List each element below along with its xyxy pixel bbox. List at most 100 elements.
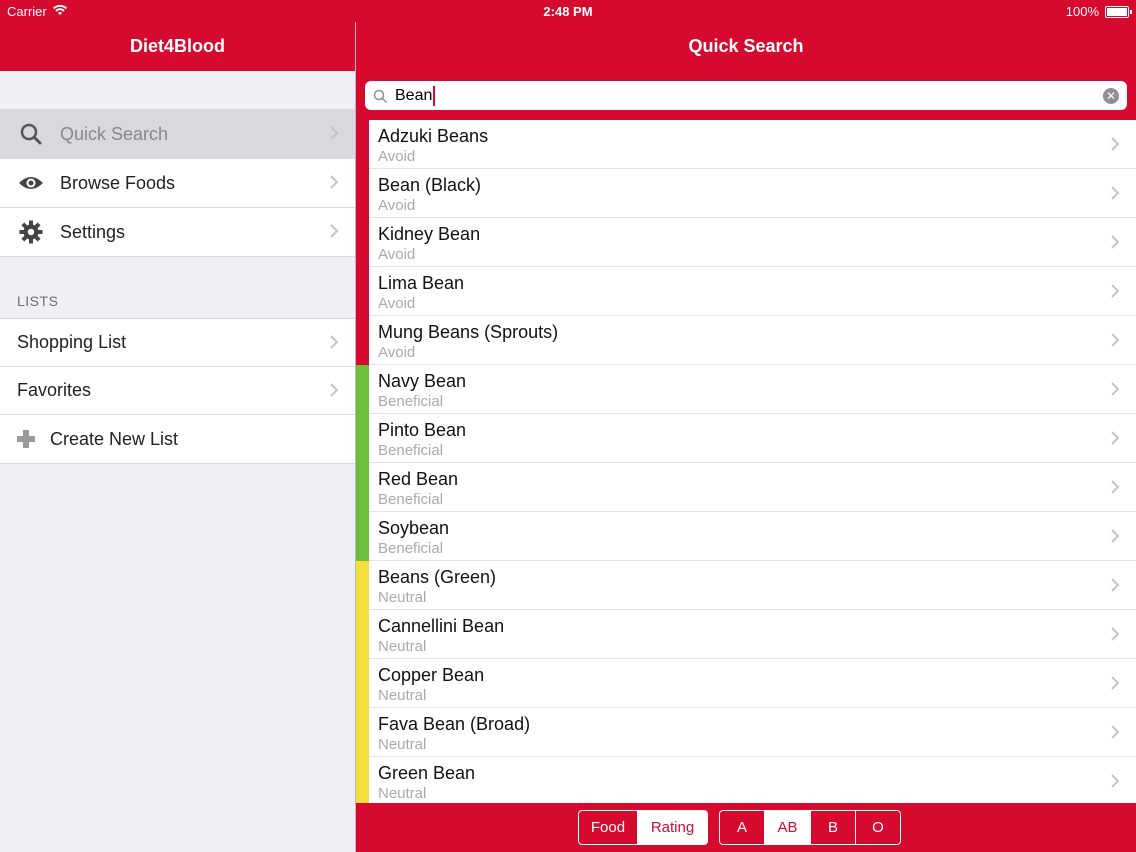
search-value: Bean	[395, 86, 433, 104]
sidebar-item-quick-search[interactable]: Quick Search	[0, 110, 355, 159]
chevron-right-icon	[1110, 626, 1120, 647]
chevron-right-icon	[1110, 136, 1120, 157]
blood-type-segmented-control: A AB B O	[719, 810, 901, 845]
chevron-right-icon	[329, 382, 339, 403]
food-row[interactable]: Mung Beans (Sprouts) Avoid	[356, 316, 1136, 365]
food-rating: Neutral	[378, 687, 427, 704]
food-row[interactable]: Beans (Green) Neutral	[356, 561, 1136, 610]
food-name: Navy Bean	[378, 371, 467, 391]
rating-color-bar	[356, 512, 369, 561]
sidebar-menu: Quick Search Browse Foods Settings	[0, 109, 355, 257]
chevron-right-icon	[1110, 675, 1120, 696]
search-icon	[373, 89, 387, 103]
chevron-right-icon	[1110, 430, 1120, 451]
food-name: Mung Beans (Sprouts)	[378, 322, 559, 342]
food-name: Adzuki Beans	[378, 126, 489, 146]
food-row[interactable]: Fava Bean (Broad) Neutral	[356, 708, 1136, 757]
segment-blood-ab[interactable]: AB	[765, 811, 811, 844]
rating-color-bar	[356, 218, 369, 267]
food-name: Soybean	[378, 518, 450, 538]
sidebar-item-label: Browse Foods	[60, 172, 176, 193]
lists-section-header: LISTS	[17, 293, 59, 309]
clear-search-icon[interactable]: ✕	[1103, 88, 1119, 104]
sidebar-title: Diet4Blood	[0, 22, 355, 71]
chevron-right-icon	[1110, 234, 1120, 255]
sidebar-item-browse-foods[interactable]: Browse Foods	[0, 159, 355, 208]
list-item-favorites[interactable]: Favorites	[0, 367, 355, 415]
segment-blood-o[interactable]: O	[856, 811, 900, 844]
chevron-right-icon	[329, 223, 339, 244]
list-item-label: Favorites	[17, 380, 92, 400]
split-divider	[355, 0, 356, 852]
battery-icon	[1105, 5, 1132, 18]
food-name: Bean (Black)	[378, 175, 482, 195]
food-row[interactable]: Bean (Black) Avoid	[356, 169, 1136, 218]
rating-color-bar	[356, 561, 369, 610]
create-new-list-button[interactable]: Create New List	[0, 415, 355, 463]
rating-color-bar	[356, 316, 369, 365]
food-name: Lima Bean	[378, 273, 465, 293]
food-rating: Neutral	[378, 638, 427, 655]
chevron-right-icon	[1110, 773, 1120, 794]
food-name: Red Bean	[378, 469, 459, 489]
chevron-right-icon	[1110, 283, 1120, 304]
food-rating: Avoid	[378, 148, 416, 165]
food-name: Beans (Green)	[378, 567, 497, 587]
search-icon	[16, 119, 46, 149]
chevron-right-icon	[1110, 528, 1120, 549]
sort-segmented-control: Food Rating	[578, 810, 708, 845]
page-title: Quick Search	[356, 22, 1136, 71]
rating-color-bar	[356, 463, 369, 512]
eye-icon	[16, 168, 46, 198]
chevron-right-icon	[329, 334, 339, 355]
list-item-shopping-list[interactable]: Shopping List	[0, 319, 355, 367]
food-row[interactable]: Soybean Beneficial	[356, 512, 1136, 561]
rating-color-bar	[356, 708, 369, 757]
food-rating: Avoid	[378, 197, 416, 214]
food-row[interactable]: Kidney Bean Avoid	[356, 218, 1136, 267]
food-row[interactable]: Lima Bean Avoid	[356, 267, 1136, 316]
food-name: Fava Bean (Broad)	[378, 714, 531, 734]
rating-color-bar	[356, 414, 369, 463]
food-rating: Neutral	[378, 589, 427, 606]
segment-sort-food[interactable]: Food	[579, 811, 638, 844]
food-rating: Avoid	[378, 246, 416, 263]
rating-color-bar	[356, 610, 369, 659]
rating-color-bar	[356, 757, 369, 806]
create-new-list-label: Create New List	[50, 428, 179, 449]
food-row[interactable]: Adzuki Beans Avoid	[356, 120, 1136, 169]
segment-sort-rating[interactable]: Rating	[638, 811, 707, 844]
sidebar-item-settings[interactable]: Settings	[0, 208, 355, 256]
status-time: 2:48 PM	[543, 4, 593, 19]
food-rating: Beneficial	[378, 393, 444, 410]
food-rating: Avoid	[378, 295, 416, 312]
rating-color-bar	[356, 365, 369, 414]
battery-indicator: 100%	[1065, 4, 1132, 19]
rating-color-bar	[356, 169, 369, 218]
chevron-right-icon	[1110, 332, 1120, 353]
chevron-right-icon	[1110, 479, 1120, 500]
food-row[interactable]: Pinto Bean Beneficial	[356, 414, 1136, 463]
search-input[interactable]: Bean ✕	[365, 81, 1127, 110]
battery-label: 100%	[1065, 4, 1099, 19]
food-list: Adzuki Beans Avoid Bean (Black) Avoid Kidney…	[356, 120, 1136, 806]
lists-menu: Shopping List Favorites Create New List	[0, 318, 355, 464]
status-bar: Carrier 2:48 PM 100%	[0, 0, 1136, 22]
food-rating: Beneficial	[378, 540, 444, 557]
food-row[interactable]: Copper Bean Neutral	[356, 659, 1136, 708]
food-row[interactable]: Green Bean Neutral	[356, 757, 1136, 806]
main-panel: Quick Search Bean ✕ Adzuki Beans Avoid Bea…	[356, 0, 1136, 852]
bottom-toolbar: Food Rating A AB B O	[356, 803, 1136, 852]
food-row[interactable]: Cannellini Bean Neutral	[356, 610, 1136, 659]
food-row[interactable]: Red Bean Beneficial	[356, 463, 1136, 512]
segment-blood-b[interactable]: B	[811, 811, 856, 844]
food-row[interactable]: Navy Bean Beneficial	[356, 365, 1136, 414]
sidebar-item-label: Settings	[60, 221, 126, 242]
food-name: Kidney Bean	[378, 224, 481, 244]
text-caret	[433, 85, 436, 106]
rating-color-bar	[356, 120, 369, 169]
food-rating: Neutral	[378, 736, 427, 753]
chevron-right-icon	[1110, 577, 1120, 598]
rating-color-bar	[356, 659, 369, 708]
segment-blood-a[interactable]: A	[720, 811, 765, 844]
